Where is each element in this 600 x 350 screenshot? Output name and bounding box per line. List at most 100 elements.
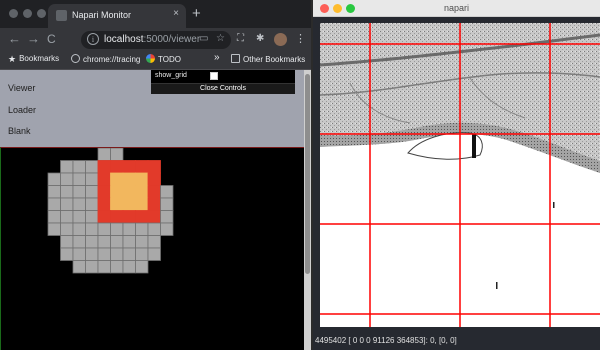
tab-napari-monitor[interactable]: Napari Monitor × bbox=[48, 4, 186, 28]
tab-close-icon[interactable]: × bbox=[173, 8, 179, 19]
other-bookmarks[interactable]: Other Bookmarks bbox=[231, 54, 305, 64]
tile bbox=[85, 185, 99, 199]
show-grid-checkbox[interactable] bbox=[210, 72, 218, 80]
tile-loading bbox=[110, 210, 124, 224]
url-host: localhost bbox=[104, 34, 144, 45]
reload-button[interactable]: C bbox=[47, 32, 56, 46]
tile bbox=[97, 235, 111, 249]
napari-window: napari 4495402 [0 0 0 91126 364853]: 0,… bbox=[313, 0, 600, 350]
tile bbox=[85, 222, 99, 236]
napari-window-title: napari bbox=[443, 3, 470, 13]
google-icon bbox=[146, 54, 155, 63]
tile bbox=[110, 148, 124, 161]
tile-loading bbox=[97, 197, 111, 211]
tile bbox=[97, 222, 111, 236]
bookmark-todo[interactable]: TODO bbox=[146, 54, 181, 64]
site-info-icon[interactable]: i bbox=[87, 33, 99, 45]
tile-loading bbox=[147, 160, 161, 174]
folder-icon bbox=[231, 54, 240, 63]
star-icon: ★ bbox=[8, 54, 17, 64]
tile-loading bbox=[135, 160, 149, 174]
close-controls-button[interactable]: Close Controls bbox=[151, 83, 295, 94]
tile bbox=[160, 222, 174, 236]
napari-canvas[interactable] bbox=[320, 23, 600, 327]
new-tab-button[interactable]: + bbox=[192, 5, 201, 22]
extensions-puzzle-icon[interactable]: ✱ bbox=[256, 33, 264, 44]
bookmark-label: chrome://tracing bbox=[83, 55, 141, 64]
tile bbox=[47, 185, 61, 199]
bookmark-bookmarks[interactable]: ★ Bookmarks bbox=[8, 54, 60, 64]
tab-title: Napari Monitor bbox=[72, 10, 132, 20]
tile bbox=[97, 247, 111, 261]
tile bbox=[147, 247, 161, 261]
bookmark-star-icon[interactable]: ☆ bbox=[216, 33, 225, 44]
tile bbox=[60, 160, 74, 174]
tile bbox=[110, 247, 124, 261]
bookmark-label: Bookmarks bbox=[19, 54, 60, 63]
close-window-button[interactable] bbox=[9, 9, 18, 18]
tile bbox=[72, 172, 86, 186]
tile-loaded bbox=[122, 185, 136, 199]
tile-loading bbox=[147, 210, 161, 224]
tile bbox=[60, 222, 74, 236]
other-bookmarks-label: Other Bookmarks bbox=[243, 55, 306, 64]
cast-icon[interactable]: ▭ bbox=[199, 33, 208, 44]
tile bbox=[135, 235, 149, 249]
tile bbox=[122, 235, 136, 249]
tile bbox=[47, 197, 61, 211]
profile-avatar[interactable] bbox=[274, 33, 287, 46]
zoom-window-button[interactable] bbox=[37, 9, 46, 18]
chrome-menu-icon[interactable]: ⋮ bbox=[295, 32, 306, 45]
scrollbar-thumb[interactable] bbox=[305, 74, 310, 274]
tile bbox=[60, 247, 74, 261]
tile-loading bbox=[97, 185, 111, 199]
tile bbox=[60, 172, 74, 186]
tile bbox=[85, 247, 99, 261]
back-button[interactable]: ← bbox=[8, 31, 21, 46]
tile bbox=[85, 210, 99, 224]
bookmarks-bar: ★ Bookmarks chrome://tracing TODO » Other… bbox=[0, 52, 311, 70]
bookmark-tracing[interactable]: chrome://tracing bbox=[71, 54, 140, 64]
link-viewer[interactable]: Viewer bbox=[8, 83, 35, 93]
tile-map bbox=[47, 148, 174, 274]
minimize-window-button[interactable] bbox=[23, 9, 32, 18]
page-content: Viewer Loader Blank show_grid Close Cont… bbox=[0, 70, 311, 350]
tile bbox=[85, 197, 99, 211]
tile bbox=[135, 260, 149, 274]
tile bbox=[122, 260, 136, 274]
tile bbox=[47, 172, 61, 186]
page-scrollbar[interactable] bbox=[304, 70, 311, 350]
tile bbox=[72, 247, 86, 261]
url-text: localhost:5000/viewer bbox=[104, 34, 200, 45]
tile bbox=[60, 235, 74, 249]
tile-loading bbox=[147, 185, 161, 199]
status-bar: 4495402 [ 0 0 0 91126 364853]: 0, [0, 0] bbox=[315, 336, 457, 345]
desktop: Napari Monitor × + ← → C i localhost:500… bbox=[0, 0, 600, 350]
bookmarks-overflow-button[interactable]: » bbox=[214, 52, 220, 63]
tile bbox=[72, 197, 86, 211]
bookmark-label: TODO bbox=[158, 55, 181, 64]
tile bbox=[147, 222, 161, 236]
speck bbox=[553, 202, 555, 208]
show-grid-row: show_grid bbox=[151, 70, 295, 83]
link-loader[interactable]: Loader bbox=[8, 105, 36, 115]
tile-canvas[interactable] bbox=[0, 147, 305, 350]
tile-loading bbox=[97, 160, 111, 174]
tile-loaded bbox=[135, 185, 149, 199]
forward-button[interactable]: → bbox=[27, 31, 40, 46]
link-blank[interactable]: Blank bbox=[8, 126, 31, 136]
tile bbox=[72, 235, 86, 249]
tile bbox=[97, 260, 111, 274]
extension-screenshot-icon[interactable]: ⛶ bbox=[237, 33, 244, 44]
browser-toolbar: ← → C i localhost:5000/viewer ▭ ☆ ⛶ ✱ ⋮ bbox=[0, 28, 311, 52]
tile-loading bbox=[147, 197, 161, 211]
tile bbox=[85, 235, 99, 249]
tile bbox=[85, 172, 99, 186]
tile-loading bbox=[110, 160, 124, 174]
tile-loaded bbox=[135, 172, 149, 186]
tile bbox=[47, 210, 61, 224]
tile bbox=[122, 247, 136, 261]
tile bbox=[72, 160, 86, 174]
address-bar[interactable]: i localhost:5000/viewer ▭ ☆ bbox=[81, 31, 231, 49]
tile bbox=[135, 247, 149, 261]
